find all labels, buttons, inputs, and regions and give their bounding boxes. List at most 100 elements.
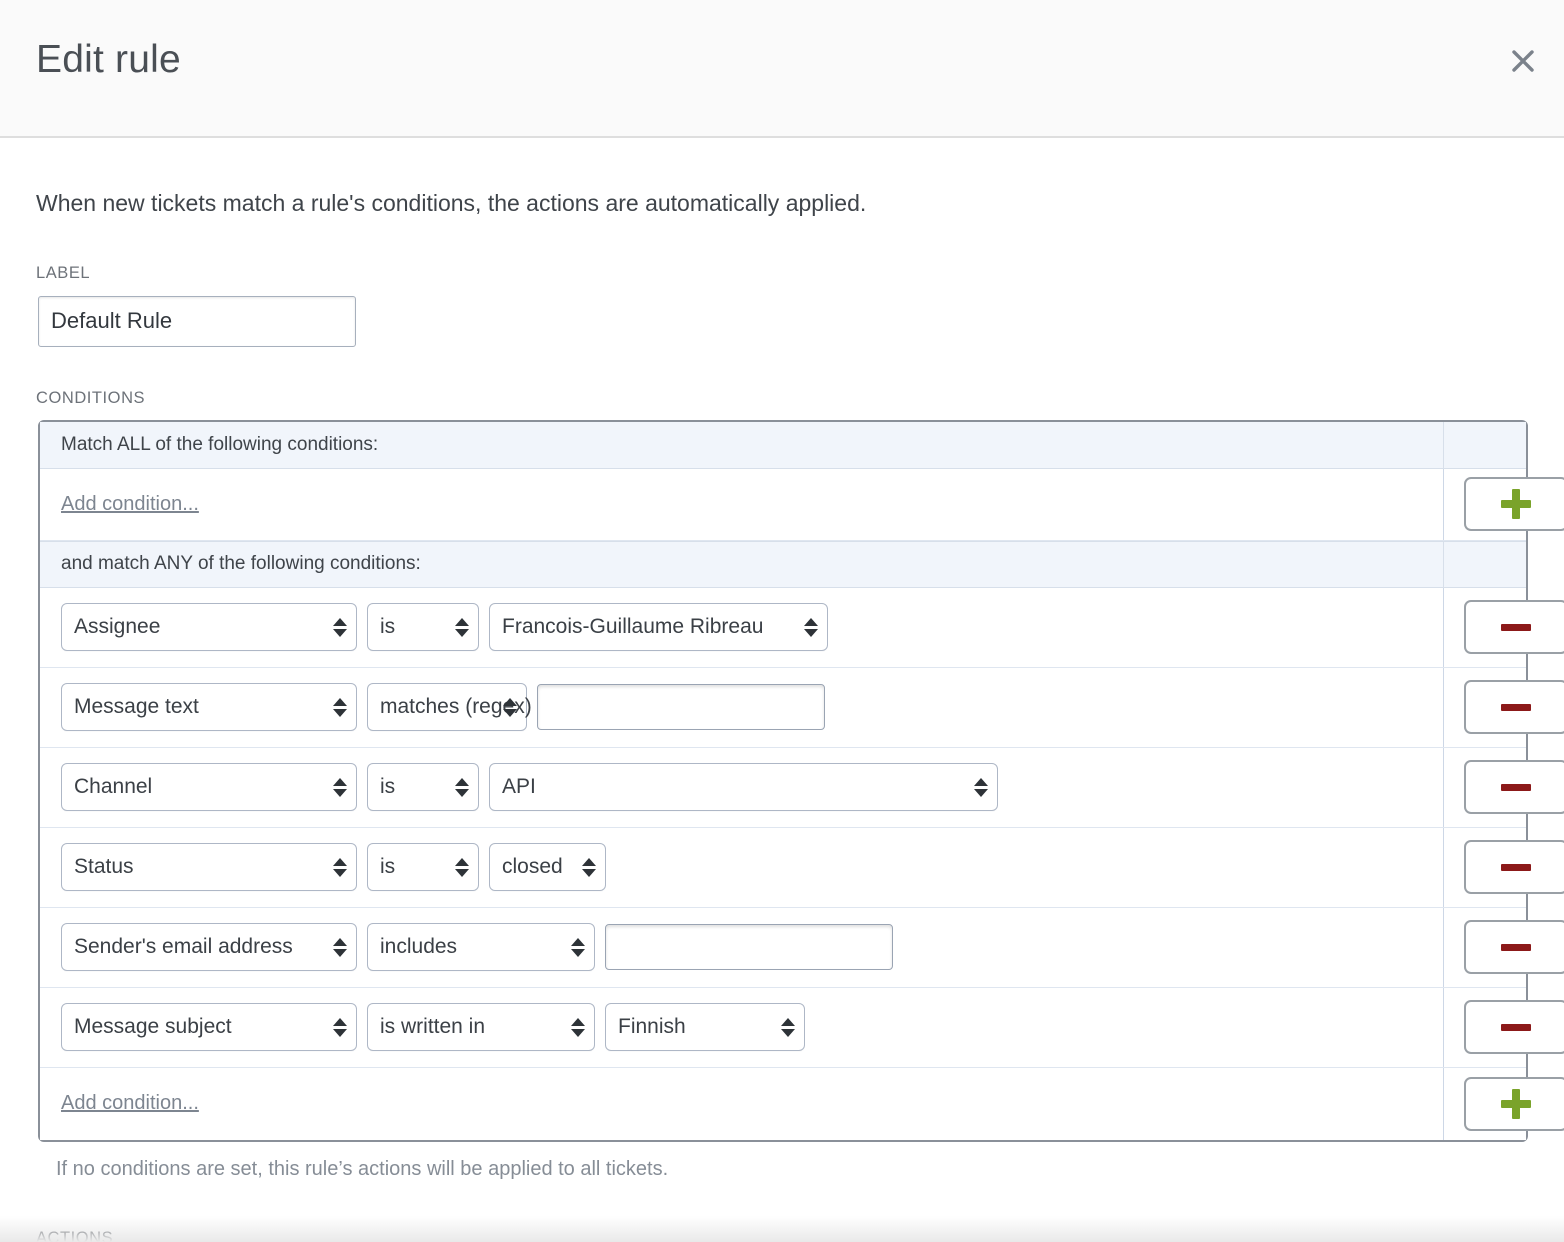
condition-operator-select[interactable]: is [367,843,479,892]
remove-condition-button[interactable] [1464,1000,1564,1055]
condition-value: Francois-Guillaume Ribreau [502,615,764,639]
remove-condition-button[interactable] [1464,760,1564,815]
remove-condition-button[interactable] [1464,840,1564,895]
gutter-divider [1443,667,1444,747]
condition-field-value: Message text [74,695,199,719]
match-any-group-header: and match ANY of the following condition… [40,540,1526,588]
remove-condition-button[interactable] [1464,920,1564,975]
condition-row: Sender's email address includes [40,907,1564,988]
stepper-icon [503,694,517,720]
conditions-caption: CONDITIONS [36,388,146,407]
stepper-icon [974,774,988,800]
condition-value: Finnish [618,1015,686,1039]
condition-value: API [502,775,536,799]
gutter-divider [1443,907,1444,987]
add-condition-row-all: Add condition... [40,468,1564,541]
minus-icon [1501,863,1531,871]
condition-value: closed [502,855,563,879]
remove-condition-button[interactable] [1464,680,1564,735]
condition-operator-select[interactable]: matches (regex) [367,683,532,732]
condition-field-value: Message subject [74,1015,232,1039]
condition-value-select[interactable]: closed [489,843,606,892]
condition-row: Message text matches (regex) [40,667,1564,748]
gutter-divider [1443,421,1444,468]
condition-operator-select[interactable]: is [367,763,479,812]
condition-operator-select[interactable]: is [367,603,479,652]
condition-field-value: Sender's email address [74,935,293,959]
plus-icon [1501,489,1531,520]
stepper-icon [804,614,818,640]
condition-row: Channel is API [40,747,1564,828]
minus-icon [1501,943,1531,951]
modal-body: When new tickets match a rule's conditio… [0,138,1564,1242]
gutter-divider [1443,541,1444,587]
condition-operator-value: is written in [380,1015,486,1039]
add-condition-link-any[interactable]: Add condition... [61,1092,199,1115]
stepper-icon [333,934,347,960]
match-all-group-header: Match ALL of the following conditions: [40,421,1526,469]
conditions-panel: Match ALL of the following conditions: A… [38,419,1564,1142]
conditions-hint: If no conditions are set, this rule’s ac… [56,1157,669,1180]
stepper-icon [571,1014,585,1040]
condition-field-select[interactable]: Channel [61,763,357,812]
rule-label-input[interactable] [38,295,356,347]
condition-operator-value: includes [380,935,458,959]
condition-field-select[interactable]: Sender's email address [61,923,357,972]
stepper-icon [455,614,469,640]
stepper-icon [571,934,585,960]
condition-field-value: Channel [74,775,153,799]
condition-field-value: Status [74,855,134,879]
condition-operator-select[interactable]: includes [367,923,595,972]
condition-row: Assignee is Francois-Guillaume Ribreau [40,587,1564,668]
condition-value-select[interactable]: Francois-Guillaume Ribreau [489,603,828,652]
stepper-icon [333,614,347,640]
match-any-label: and match ANY of the following condition… [61,553,421,575]
stepper-icon [455,774,469,800]
gutter-divider [1443,1067,1444,1140]
condition-value-select[interactable]: API [489,763,998,812]
stepper-icon [333,854,347,880]
condition-operator-value: is [380,855,396,879]
condition-row: Status is closed [40,827,1564,908]
stepper-icon [582,854,596,880]
close-icon[interactable] [1502,40,1544,82]
condition-value-input[interactable] [605,924,893,971]
intro-text: When new tickets match a rule's conditio… [36,190,867,216]
minus-icon [1501,623,1531,631]
condition-row: Message subject is written in Finnish [40,987,1564,1068]
gutter-divider [1443,468,1444,540]
gutter-divider [1443,587,1444,667]
condition-operator-select[interactable]: is written in [367,1003,595,1052]
gutter-divider [1443,987,1444,1067]
condition-field-select[interactable]: Message text [61,683,357,732]
condition-operator-value: is [380,775,396,799]
conditions-wrapper: Match ALL of the following conditions: A… [38,419,1564,1142]
gutter-divider [1443,827,1444,907]
condition-value-select[interactable]: Finnish [605,1003,805,1052]
stepper-icon [333,1014,347,1040]
actions-caption: ACTIONS [36,1228,114,1242]
add-condition-link-all[interactable]: Add condition... [61,493,199,516]
condition-operator-value: is [380,615,396,639]
condition-field-value: Assignee [74,615,161,639]
add-condition-row-any: Add condition... [40,1067,1564,1140]
condition-field-select[interactable]: Assignee [61,603,357,652]
condition-value-input[interactable] [537,684,825,731]
match-all-label: Match ALL of the following conditions: [61,433,379,455]
plus-icon [1501,1088,1531,1119]
modal-header: Edit rule [0,0,1564,138]
label-field-caption: LABEL [36,263,91,282]
remove-condition-button[interactable] [1464,600,1564,655]
condition-field-select[interactable]: Message subject [61,1003,357,1052]
gutter-divider [1443,747,1444,827]
minus-icon [1501,703,1531,711]
stepper-icon [455,854,469,880]
page-title: Edit rule [36,38,181,81]
condition-field-select[interactable]: Status [61,843,357,892]
stepper-icon [333,694,347,720]
add-condition-button-any[interactable] [1464,1076,1564,1131]
add-condition-button-all[interactable] [1464,477,1564,532]
stepper-icon [781,1014,795,1040]
stepper-icon [333,774,347,800]
minus-icon [1501,1023,1531,1031]
